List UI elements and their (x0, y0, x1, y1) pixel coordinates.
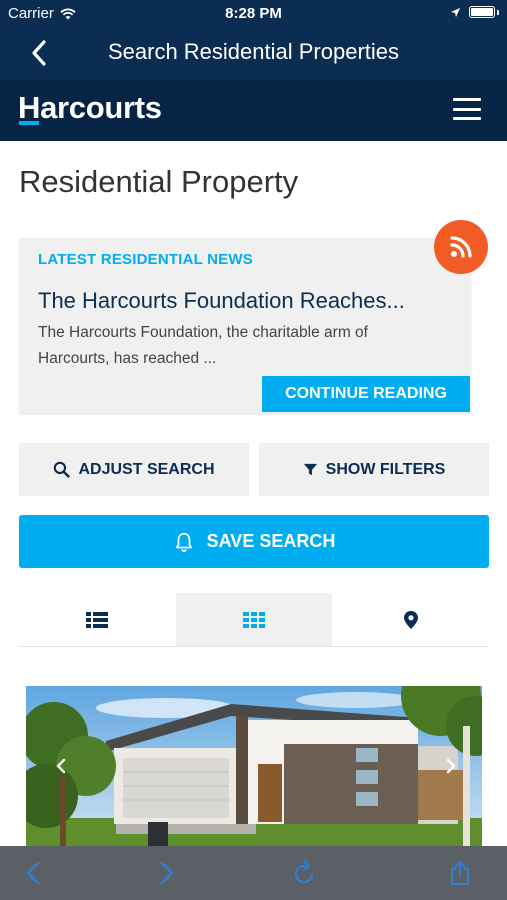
view-tabs (19, 593, 489, 647)
brand-header: Harcourts (0, 80, 507, 141)
browser-forward-button[interactable] (152, 858, 182, 888)
rss-icon (450, 236, 472, 258)
continue-reading-button[interactable]: CONTINUE READING (262, 376, 470, 412)
browser-toolbar (0, 846, 507, 900)
save-search-button[interactable]: SAVE SEARCH (19, 515, 489, 568)
status-time: 8:28 PM (225, 5, 282, 22)
grid-icon (243, 611, 265, 628)
news-excerpt: The Harcourts Foundation, the charitable… (38, 324, 368, 367)
status-right (450, 6, 499, 18)
status-bar: Carrier 8:28 PM (0, 0, 507, 28)
nav-title: Search Residential Properties (107, 39, 400, 64)
show-filters-button[interactable]: SHOW FILTERS (259, 443, 489, 496)
ios-top-bar: Carrier 8:28 PM Search Residential Prope… (0, 0, 507, 80)
adjust-search-label: ADJUST SEARCH (78, 460, 215, 478)
menu-bar (453, 98, 481, 101)
chevron-left-icon (26, 861, 40, 885)
browser-share-button[interactable] (445, 858, 475, 888)
battery-icon (469, 6, 495, 18)
news-card: LATEST RESIDENTIAL NEWS The Harcourts Fo… (19, 238, 471, 413)
list-icon (86, 611, 109, 628)
chevron-right-icon (160, 861, 174, 885)
rss-button[interactable] (434, 220, 488, 274)
chevron-right-icon (446, 758, 456, 774)
map-pin-icon (403, 610, 418, 629)
harcourts-logo[interactable]: Harcourts (18, 90, 162, 126)
bell-icon (175, 532, 192, 552)
carousel-next-button[interactable] (436, 686, 466, 846)
reload-icon (294, 860, 314, 883)
menu-bar (453, 107, 481, 111)
tab-grid-view[interactable] (175, 593, 333, 646)
battery-tip (497, 9, 499, 15)
filter-icon (303, 463, 317, 476)
tab-list-view[interactable] (19, 593, 176, 646)
chevron-left-icon (32, 40, 46, 66)
news-kicker: LATEST RESIDENTIAL NEWS (38, 251, 253, 268)
menu-bar (453, 117, 481, 120)
logo-underline (19, 121, 39, 125)
news-headline[interactable]: The Harcourts Foundation Reaches... (38, 288, 405, 314)
browser-back-button[interactable] (18, 858, 48, 888)
page-title: Residential Property (19, 164, 299, 199)
browser-reload-button[interactable] (290, 858, 320, 888)
show-filters-label: SHOW FILTERS (325, 460, 446, 478)
location-arrow-icon (450, 7, 461, 17)
carousel-prev-button[interactable] (46, 686, 76, 846)
navigation-bar: Search Residential Properties (0, 28, 507, 78)
share-icon (451, 861, 469, 885)
back-button[interactable] (22, 36, 56, 70)
hamburger-menu-button[interactable] (453, 98, 481, 120)
adjust-search-button[interactable]: ADJUST SEARCH (19, 443, 249, 496)
search-icon (54, 461, 71, 478)
chevron-left-icon (56, 758, 66, 774)
tab-map-view[interactable] (332, 593, 489, 646)
property-listing-photo[interactable] (26, 686, 482, 846)
save-search-label: SAVE SEARCH (206, 531, 336, 551)
property-house-image (26, 686, 482, 846)
